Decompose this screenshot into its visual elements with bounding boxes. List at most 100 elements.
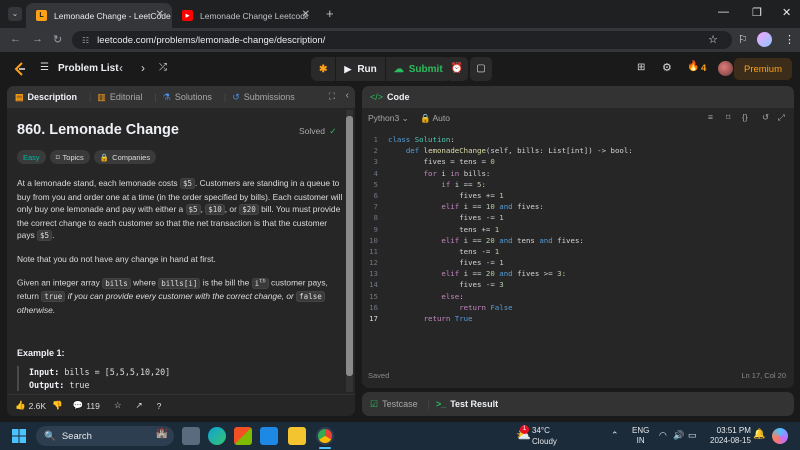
restore-icon[interactable]: ❐ — [752, 6, 762, 19]
code-line[interactable]: 1 class Solution: — [362, 134, 794, 145]
code-line[interactable]: 9 tens += 1 — [362, 224, 794, 235]
description-scrollbar[interactable] — [346, 110, 353, 392]
terminal-icon: >_ — [435, 399, 447, 409]
tab-editorial[interactable]: ▥ Editorial — [97, 92, 142, 103]
dislike-icon[interactable]: 👎 — [52, 400, 63, 411]
edge-browser-icon[interactable] — [208, 427, 226, 445]
code-line[interactable]: 3 fives = tens = 0 — [362, 156, 794, 167]
help-icon[interactable]: ? — [157, 401, 162, 411]
code-line[interactable]: 8 fives -= 1 — [362, 212, 794, 223]
prev-problem-icon[interactable]: ‹ — [119, 61, 123, 75]
close-tab-icon[interactable]: ✕ — [302, 9, 310, 20]
code-line[interactable]: 10 elif i == 20 and tens and fives: — [362, 235, 794, 246]
chrome-icon[interactable] — [316, 427, 334, 445]
comment-icon[interactable]: 💬 — [73, 400, 84, 411]
difficulty-chip[interactable]: Easy — [17, 150, 46, 164]
reset-icon[interactable]: ↺ — [762, 112, 769, 123]
tab-solutions[interactable]: ⚗ Solutions — [163, 92, 212, 103]
battery-icon[interactable]: ▭ — [688, 430, 697, 441]
code-line[interactable]: 7 elif i == 10 and fives: — [362, 201, 794, 212]
shuffle-icon[interactable]: ⤮ — [159, 62, 167, 73]
microsoft-store-icon[interactable] — [234, 427, 252, 445]
address-bar[interactable]: ☷ leetcode.com/problems/lemonade-change/… — [72, 31, 732, 49]
user-avatar[interactable] — [718, 61, 733, 76]
problem-list-icon[interactable]: ☰ — [40, 62, 49, 73]
topics-chip[interactable]: ⌑ Topics — [49, 150, 90, 164]
code-line[interactable]: 16 return False — [362, 302, 794, 313]
collapse-icon[interactable]: ‹ — [346, 90, 349, 101]
code-line[interactable]: 13 elif i == 20 and fives >= 3: — [362, 268, 794, 279]
autocomplete-mode[interactable]: 🔒 Auto — [420, 113, 450, 124]
file-explorer-icon[interactable] — [288, 427, 306, 445]
code-line[interactable]: 4 for i in bills: — [362, 168, 794, 179]
code-line[interactable]: 2 def lemonadeChange(self, bills: List[i… — [362, 145, 794, 156]
streak-fire-icon[interactable]: 🔥 — [687, 61, 699, 72]
next-problem-icon[interactable]: › — [141, 61, 145, 75]
tab-description[interactable]: ▤ Description — [15, 92, 77, 103]
code-line[interactable]: 12 fives -= 1 — [362, 257, 794, 268]
code-token: 1 — [494, 246, 500, 256]
browser-menu-icon[interactable]: ⋮ — [784, 33, 795, 46]
tab-submissions[interactable]: ↺ Submissions — [232, 92, 295, 103]
minimize-icon[interactable]: — — [718, 6, 729, 18]
like-icon[interactable]: 👍 — [15, 400, 26, 411]
windows-start-icon[interactable] — [12, 429, 26, 443]
language-indicator[interactable]: ENG IN — [632, 426, 649, 446]
code-line[interactable]: 15 else: — [362, 291, 794, 302]
fullscreen-icon[interactable]: ⤢ — [778, 112, 785, 123]
timer-button[interactable]: ⏰ — [446, 57, 468, 81]
streak-count[interactable]: 4 — [701, 63, 706, 74]
comment-count[interactable]: 119 — [86, 401, 100, 411]
code-line[interactable]: 14 fives -= 3 — [362, 279, 794, 290]
reload-icon[interactable]: ↻ — [53, 33, 62, 46]
maximize-icon[interactable]: ⛶ — [329, 91, 335, 102]
run-button[interactable]: ▶ Run — [336, 57, 386, 81]
forward-icon[interactable]: → — [32, 33, 43, 45]
premium-button[interactable]: Premium — [733, 58, 792, 80]
copilot-icon[interactable] — [772, 428, 788, 444]
volume-icon[interactable]: 🔊 — [673, 430, 684, 441]
weather-widget[interactable]: ⛅ 1 34°C Cloudy — [514, 425, 574, 447]
browser-tab-youtube[interactable]: ▶ Lemonade Change Leetcode Py ✕ — [172, 3, 318, 28]
braces-icon[interactable]: {} — [742, 112, 748, 122]
clock[interactable]: 03:51 PM 2024-08-15 — [710, 426, 751, 446]
language-select[interactable]: Python3 ⌄ — [368, 113, 409, 124]
code-line[interactable]: 11 tens -= 1 — [362, 246, 794, 257]
submit-button[interactable]: ☁ Submit — [386, 57, 451, 81]
tab-testcase[interactable]: ☑ Testcase — [370, 399, 418, 410]
notification-bell-icon[interactable]: 🔔 — [753, 429, 765, 440]
profile-avatar[interactable] — [757, 32, 772, 47]
browser-tab-leetcode[interactable]: L Lemonade Change - LeetCode ✕ — [26, 3, 172, 28]
tab-test-result[interactable]: >_ Test Result — [436, 399, 498, 409]
bookmark-icon[interactable]: ⌑ — [726, 112, 730, 123]
leetcode-logo-icon[interactable] — [12, 61, 28, 77]
bookmark-star-icon[interactable]: ☆ — [708, 33, 718, 46]
settings-gear-icon[interactable]: ⚙ — [662, 61, 672, 74]
notes-button[interactable]: ▢ — [470, 57, 492, 81]
task-view-icon[interactable] — [182, 427, 200, 445]
taskbar-search[interactable]: 🔍 Search 🏰 — [36, 426, 174, 446]
layout-grid-icon[interactable]: ⊞ — [637, 62, 645, 73]
new-tab-button[interactable]: + — [326, 6, 334, 21]
code-editor[interactable]: 1 class Solution: 2 def lemonadeChange(sel… — [362, 134, 794, 324]
close-window-icon[interactable]: ✕ — [782, 6, 791, 19]
code-line[interactable]: 5 if i == 5: — [362, 179, 794, 190]
problem-list-link[interactable]: Problem List — [58, 63, 119, 74]
site-info-icon[interactable]: ☷ — [82, 36, 89, 45]
format-icon[interactable]: ≡ — [708, 112, 713, 122]
tray-overflow-icon[interactable]: ⌃ — [611, 430, 619, 441]
share-icon[interactable]: ↗ — [135, 400, 142, 411]
companies-chip[interactable]: 🔒 Companies — [93, 150, 157, 164]
scrollbar-thumb[interactable] — [346, 116, 353, 376]
favorite-star-icon[interactable]: ☆ — [114, 400, 122, 411]
like-count[interactable]: 2.6K — [29, 401, 47, 411]
back-icon[interactable]: ← — [10, 33, 21, 45]
vscode-icon[interactable] — [260, 427, 278, 445]
wifi-icon[interactable]: ◠ — [659, 430, 667, 441]
close-tab-icon[interactable]: ✕ — [156, 9, 164, 20]
code-line[interactable]: 6 fives += 1 — [362, 190, 794, 201]
tab-search-icon[interactable]: ⌄ — [8, 7, 22, 21]
debug-button[interactable]: ✱ — [311, 57, 337, 81]
code-line[interactable]: 17 return True — [362, 313, 794, 324]
extensions-icon[interactable]: ⚐ — [738, 33, 748, 46]
